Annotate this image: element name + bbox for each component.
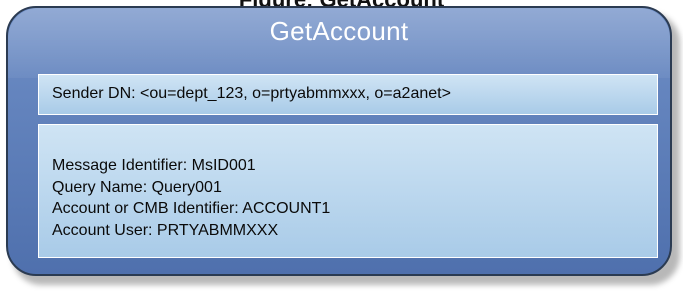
field-message-identifier: Message Identifier: MsID001 [52, 157, 256, 174]
message-fields-panel: Message Identifier: MsID001 Query Name: … [38, 124, 658, 258]
field-account-user: Account User: PRTYABMMXXX [52, 221, 279, 239]
diagram-canvas: Figure: GetAccount GetAccount Sender DN:… [0, 0, 683, 291]
sender-dn-text: Sender DN: <ou=dept_123, o=prtyabmmxxx, … [52, 85, 451, 102]
field-account-identifier: Account or CMB Identifier: ACCOUNT1 [52, 200, 331, 217]
message-card: GetAccount Sender DN: <ou=dept_123, o=pr… [6, 6, 672, 276]
sender-dn-panel: Sender DN: <ou=dept_123, o=prtyabmmxxx, … [38, 74, 658, 115]
field-query-name: Query Name: Query001 [52, 178, 222, 196]
card-title: GetAccount [269, 16, 409, 46]
